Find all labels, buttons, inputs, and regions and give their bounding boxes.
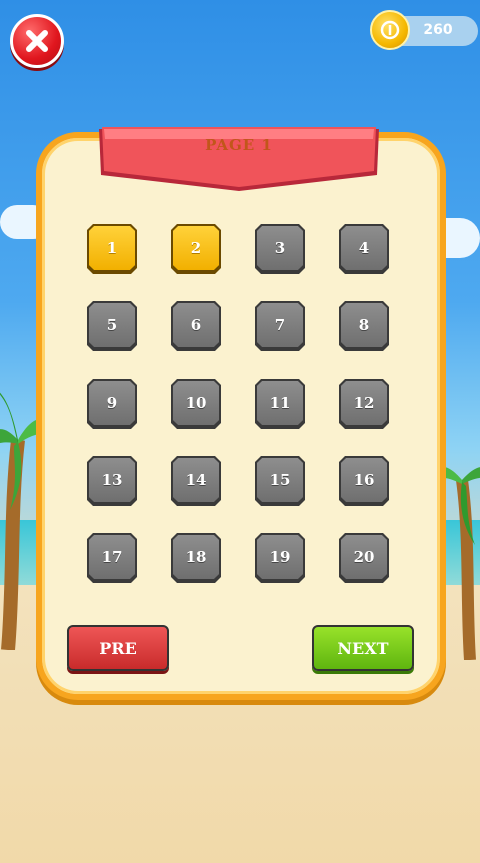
- level-button-7[interactable]: 7: [255, 301, 305, 351]
- level-button-19[interactable]: 19: [255, 533, 305, 583]
- level-button-9[interactable]: 9: [87, 379, 137, 429]
- pre-button[interactable]: PRE: [67, 625, 169, 671]
- level-button-13[interactable]: 13: [87, 456, 137, 506]
- level-number: 15: [257, 458, 303, 502]
- level-button-16[interactable]: 16: [339, 456, 389, 506]
- level-number: 2: [173, 226, 219, 270]
- level-button-17[interactable]: 17: [87, 533, 137, 583]
- level-number: 6: [173, 303, 219, 347]
- level-number: 8: [341, 303, 387, 347]
- level-number: 10: [173, 381, 219, 425]
- level-button-10[interactable]: 10: [171, 379, 221, 429]
- level-number: 13: [89, 458, 135, 502]
- level-number: 12: [341, 381, 387, 425]
- level-number: 18: [173, 535, 219, 579]
- level-button-11[interactable]: 11: [255, 379, 305, 429]
- coin-symbol-icon: [380, 20, 400, 40]
- level-number: 5: [89, 303, 135, 347]
- level-button-3[interactable]: 3: [255, 224, 305, 274]
- level-number: 7: [257, 303, 303, 347]
- level-number: 17: [89, 535, 135, 579]
- level-button-15[interactable]: 15: [255, 456, 305, 506]
- level-button-20[interactable]: 20: [339, 533, 389, 583]
- level-number: 20: [341, 535, 387, 579]
- coin-count: 260: [423, 22, 453, 38]
- level-button-6[interactable]: 6: [171, 301, 221, 351]
- close-x-icon: [26, 30, 48, 52]
- next-button[interactable]: NEXT: [312, 625, 414, 671]
- level-number: 9: [89, 381, 135, 425]
- close-button[interactable]: [10, 14, 64, 68]
- level-number: 19: [257, 535, 303, 579]
- coin-icon: [370, 10, 410, 50]
- page-title: PAGE 1: [205, 136, 273, 154]
- level-button-5[interactable]: 5: [87, 301, 137, 351]
- level-button-8[interactable]: 8: [339, 301, 389, 351]
- level-number: 16: [341, 458, 387, 502]
- level-number: 1: [89, 226, 135, 270]
- level-button-18[interactable]: 18: [171, 533, 221, 583]
- level-number: 11: [257, 381, 303, 425]
- level-button-4[interactable]: 4: [339, 224, 389, 274]
- level-number: 14: [173, 458, 219, 502]
- level-number: 3: [257, 226, 303, 270]
- level-number: 4: [341, 226, 387, 270]
- level-button-12[interactable]: 12: [339, 379, 389, 429]
- level-button-1[interactable]: 1: [87, 224, 137, 274]
- level-button-2[interactable]: 2: [171, 224, 221, 274]
- level-button-14[interactable]: 14: [171, 456, 221, 506]
